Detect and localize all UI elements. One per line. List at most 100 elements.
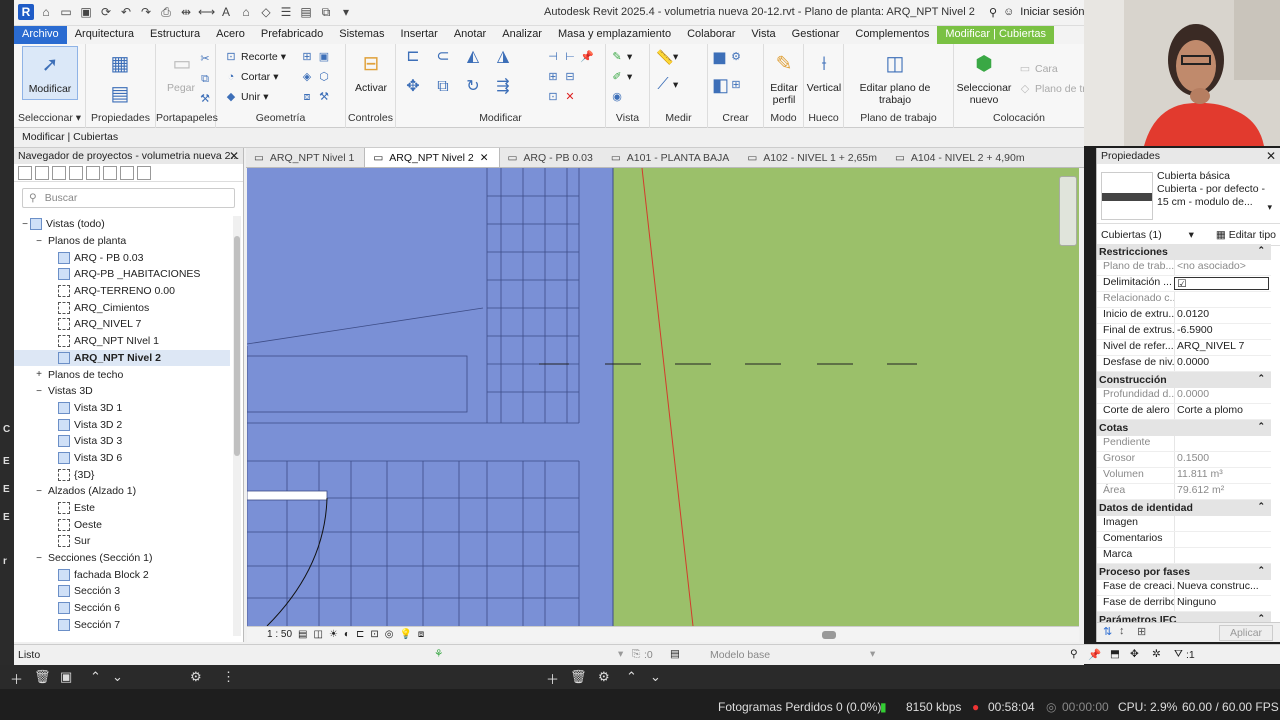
show-crop-icon[interactable]: ⊡ (370, 629, 378, 640)
tree-item[interactable]: Sección 6 (14, 600, 230, 617)
property-value[interactable]: Corte a plomo (1174, 404, 1271, 419)
drag-elements-icon[interactable]: ✥ (1130, 648, 1139, 660)
collapse-icon[interactable]: ⌃ (1257, 245, 1265, 256)
tree-item[interactable]: Sección 7 (14, 617, 230, 634)
sheets-icon[interactable] (52, 166, 66, 180)
navigation-bar[interactable] (1059, 176, 1077, 246)
horizontal-scrollbar-thumb[interactable] (822, 631, 836, 639)
ribbon-tab[interactable]: Sistemas (331, 26, 392, 44)
tree-item[interactable]: Vista 3D 3 (14, 433, 230, 450)
create-assembly-button[interactable]: ◼ ⚙ (712, 48, 743, 66)
reference-plane-line[interactable] (641, 168, 694, 626)
paint-button[interactable]: ◈ ⬡ (300, 70, 331, 84)
trash-icon[interactable]: 🗑 (34, 669, 51, 685)
ribbon-tab[interactable]: Anotar (446, 26, 494, 44)
open-icon[interactable]: ▭ (58, 4, 74, 20)
tree-item[interactable]: fachada Block 2 (14, 566, 230, 583)
workplane-placement-button[interactable]: ◇Plano de tra (1018, 82, 1084, 96)
property-value[interactable] (1174, 548, 1271, 563)
filter-icon[interactable]: ▣ (60, 669, 72, 685)
trash-icon[interactable]: 🗑 (570, 669, 587, 685)
home-icon[interactable] (18, 166, 32, 180)
edit-workplane-button[interactable]: ◫ Editar plano de trabajo (850, 48, 940, 106)
background-process-icon[interactable]: ✲ (1152, 648, 1161, 660)
worksets-icon[interactable]: ⚘ (434, 648, 443, 660)
move-button[interactable]: ✥ (406, 79, 420, 95)
settings-icon[interactable]: ⚙ (190, 669, 202, 685)
revit-logo-icon[interactable]: R (18, 4, 34, 20)
view-scale[interactable]: 1 : 50 (267, 629, 292, 640)
section-icon[interactable]: ◇ (258, 4, 274, 20)
collapse-icon[interactable]: − (20, 219, 30, 230)
visual-style-icon[interactable]: ◫ (313, 629, 322, 640)
tree-item[interactable]: + Planos de techo (14, 366, 230, 383)
families-icon[interactable] (103, 166, 117, 180)
ribbon-tab[interactable]: Modificar | Cubiertas (937, 26, 1055, 44)
view-override-button[interactable]: ✎ ▾ (610, 50, 632, 64)
mirror-draw-button[interactable]: ◮ (496, 49, 510, 65)
temporary-hide-icon[interactable]: ◎ (385, 629, 394, 640)
legend-icon[interactable] (86, 166, 100, 180)
tree-item[interactable]: Sección 3 (14, 583, 230, 600)
tree-item[interactable]: Vista 3D 1 (14, 400, 230, 417)
tree-item[interactable]: ARQ_NPT NIvel 1 (14, 333, 230, 350)
undo-icon[interactable]: ↶ (118, 4, 134, 20)
edit-profile-button[interactable]: ✎ Editar perfil (766, 48, 802, 106)
edit-type-button[interactable]: ▦ Editar tipo (1216, 229, 1276, 241)
sync-icon[interactable]: ⟳ (98, 4, 114, 20)
editing-requests-icon[interactable]: ⎘ (632, 648, 640, 661)
hide-button[interactable]: ◉ (610, 90, 624, 104)
collapse-icon[interactable]: ⌃ (1257, 421, 1265, 432)
align-button[interactable]: ⊏ (406, 49, 420, 65)
modificar-button[interactable]: ➚ Modificar (22, 46, 78, 100)
floor-plan-drawing[interactable] (247, 168, 1079, 626)
ribbon-tab[interactable]: Analizar (494, 26, 550, 44)
tree-item[interactable]: {3D} (14, 466, 230, 483)
tree-item[interactable]: ARQ_NIVEL 7 (14, 316, 230, 333)
ribbon-tab[interactable]: Arquitectura (67, 26, 142, 44)
collapse-icon[interactable]: − (34, 236, 44, 247)
join-button[interactable]: ◆ Unir ▾ (224, 90, 269, 104)
browser-search-input[interactable]: ⚲ Buscar (22, 188, 235, 208)
close-icon[interactable]: ✕ (229, 149, 239, 163)
view-tab[interactable]: ▭ ARQ_NPT Nivel 2 ✕ (364, 148, 500, 167)
select-underlay-icon[interactable]: ⚲ (1070, 648, 1078, 660)
thin-lines-icon[interactable]: ☰ (278, 4, 294, 20)
property-section[interactable]: Cotas ⌃ (1097, 420, 1271, 436)
reveal-hidden-icon[interactable]: 💡 (399, 629, 411, 640)
schedules-icon[interactable] (69, 166, 83, 180)
ribbon-tab[interactable]: Gestionar (784, 26, 848, 44)
join-roof-button[interactable]: ⧈ ⚒ (300, 90, 331, 104)
save-icon[interactable]: ▣ (78, 4, 94, 20)
tree-item[interactable]: Sur (14, 533, 230, 550)
expand-icon[interactable]: + (34, 369, 44, 380)
match-button[interactable]: ⚒ (198, 92, 212, 106)
tree-item[interactable]: ARQ_Cimientos (14, 299, 230, 316)
model-dropdown-icon[interactable]: ▾ (870, 648, 875, 660)
cut-geometry-button[interactable]: ◔ Cortar ▾ (224, 70, 279, 84)
tree-item[interactable]: ARQ-TERRENO 0.00 (14, 283, 230, 300)
property-value[interactable]: 0.0120 (1174, 308, 1271, 323)
type-properties-button[interactable]: ▤ (102, 78, 138, 112)
groups-icon[interactable] (120, 166, 134, 180)
expand-icon[interactable]: ⊞ (1137, 625, 1146, 638)
detail-level-icon[interactable]: ▤ (298, 629, 307, 640)
scrollbar-thumb[interactable] (234, 236, 240, 456)
pick-new-button[interactable]: ⬢ Seleccionar nuevo (954, 48, 1014, 106)
ribbon-tab[interactable]: Masa y emplazamiento (550, 26, 679, 44)
add-icon[interactable]: ＋ (546, 669, 559, 688)
select-pinned-icon[interactable]: 📌 (1088, 648, 1101, 661)
text-icon[interactable]: A (218, 4, 234, 20)
chevron-up-icon[interactable]: ⌃ (626, 669, 637, 685)
dimension-button[interactable]: ⟋ ▾ (656, 77, 678, 93)
wall-joins-button[interactable]: ⊞ ▣ (300, 50, 331, 64)
group-label[interactable]: Seleccionar ▾ (14, 112, 85, 124)
property-section[interactable]: Construcción ⌃ (1097, 372, 1271, 388)
property-section[interactable]: Restricciones ⌃ (1097, 244, 1271, 260)
mirror-axis-button[interactable]: ◭ (466, 49, 480, 65)
property-value[interactable]: -6.5900 (1174, 324, 1271, 339)
linework-button[interactable]: ✐ ▾ (610, 70, 632, 84)
print-icon[interactable]: ⎙ (158, 4, 174, 20)
chevron-up-icon[interactable]: ⌃ (90, 669, 101, 685)
sort-az-icon[interactable]: ↕ (1119, 625, 1125, 637)
